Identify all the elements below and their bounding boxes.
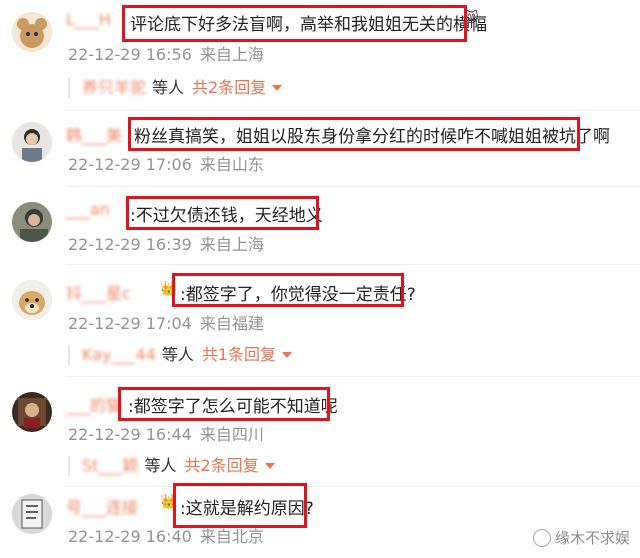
avatar[interactable] — [12, 392, 52, 432]
comment-location: 来自上海 — [199, 45, 264, 64]
comment-time: 22-12-29 16:56 — [68, 45, 192, 64]
comment-location: 来自上海 — [199, 235, 264, 254]
comment-meta: 22-12-29 17:04 来自福建 — [68, 310, 264, 334]
avatar[interactable] — [12, 202, 52, 242]
highlight-box — [122, 5, 467, 42]
highlight-box — [172, 273, 404, 307]
avatar-image — [12, 202, 52, 242]
comment-time: 22-12-29 16:39 — [68, 235, 192, 254]
reply-username[interactable]: 养只羊驼 — [82, 78, 146, 97]
comment-location: 来自福建 — [199, 314, 264, 333]
chevron-down-icon[interactable] — [282, 352, 293, 358]
reply-etc: 等人 — [144, 456, 177, 475]
avatar-image — [12, 122, 52, 162]
watermark-text: 缘木不求娱 — [554, 529, 630, 547]
comment-meta: 22-12-29 16:56 来自上海 — [68, 41, 264, 65]
reply-username[interactable]: St___颖 — [82, 456, 138, 475]
reply-count-link[interactable]: 共2条回复 — [192, 78, 266, 97]
divider — [66, 264, 640, 265]
highlight-box — [173, 483, 307, 528]
reply-username[interactable]: Kay___44 — [82, 345, 156, 364]
avatar[interactable] — [12, 12, 52, 52]
chevron-down-icon[interactable] — [272, 85, 283, 91]
avatar[interactable] — [12, 494, 52, 534]
highlight-box — [128, 117, 580, 151]
reply-etc: 等人 — [161, 345, 194, 364]
username[interactable]: ___an — [66, 200, 110, 219]
divider — [66, 110, 640, 111]
comment-meta: 22-12-29 17:06 来自山东 — [68, 151, 264, 175]
reply-etc: 等人 — [152, 78, 185, 97]
divider — [66, 376, 640, 377]
comment-location: 来自北京 — [199, 527, 264, 546]
comment-meta: 22-12-29 16:39 来自上海 — [68, 231, 264, 255]
username[interactable]: ___的猫 — [66, 392, 122, 416]
watermark: 缘木不求娱 — [532, 527, 630, 548]
avatar-image — [12, 12, 52, 52]
username[interactable]: 韩___美 — [66, 122, 122, 146]
divider — [66, 486, 640, 487]
avatar-image — [12, 392, 52, 432]
avatar-image — [12, 280, 52, 320]
avatar-image — [12, 494, 52, 534]
avatar[interactable] — [12, 122, 52, 162]
comment-time: 22-12-29 16:40 — [68, 527, 192, 546]
username[interactable]: 抖___星c — [66, 280, 131, 304]
comment-time: 22-12-29 17:06 — [68, 155, 192, 174]
comment-meta: 22-12-29 16:44 来自四川 — [68, 421, 264, 445]
reply-count-link[interactable]: 共1条回复 — [202, 345, 276, 364]
avatar[interactable] — [12, 280, 52, 320]
comment-location: 来自山东 — [199, 155, 264, 174]
reply-summary[interactable]: 养只羊驼 等人 共2条回复 — [68, 78, 283, 98]
comment-time: 22-12-29 16:44 — [68, 425, 192, 444]
reply-count-link[interactable]: 共2条回复 — [184, 456, 258, 475]
highlight-box — [118, 387, 330, 421]
divider — [66, 186, 640, 187]
reply-summary[interactable]: St___颖 等人 共2条回复 — [68, 456, 275, 476]
comment-time: 22-12-29 17:04 — [68, 314, 192, 333]
reply-summary[interactable]: Kay___44 等人 共1条回复 — [68, 345, 293, 365]
chevron-down-icon[interactable] — [264, 463, 275, 469]
username[interactable]: 号___连接 — [66, 494, 138, 518]
platform-logo-icon — [532, 529, 551, 547]
comment-location: 来自四川 — [199, 425, 264, 444]
highlight-box — [126, 196, 319, 230]
username[interactable]: L___H — [66, 10, 111, 29]
